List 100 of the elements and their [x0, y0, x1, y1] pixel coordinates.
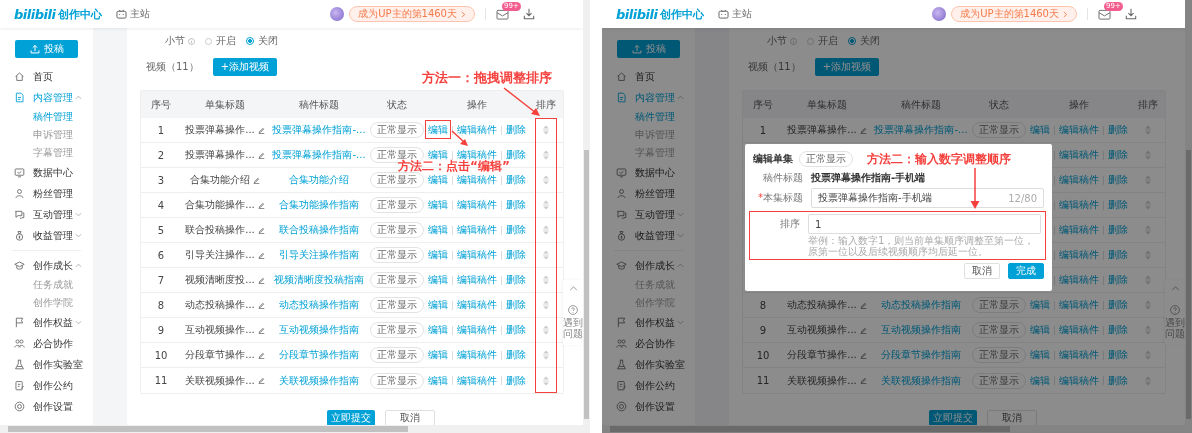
drag-handle-icon[interactable]: [542, 150, 550, 160]
streak-badge[interactable]: 成为UP主的第1460天: [349, 6, 475, 22]
nav-item[interactable]: 创作实验室: [602, 354, 695, 375]
avatar[interactable]: [932, 7, 947, 21]
delete-link[interactable]: 删除: [1108, 298, 1128, 312]
nav-item[interactable]: 收益管理: [602, 225, 695, 246]
radio-option[interactable]: 关闭: [246, 34, 278, 48]
edit-draft-link[interactable]: 编辑稿件: [1059, 248, 1099, 262]
edit-draft-link[interactable]: 编辑稿件: [1059, 323, 1099, 337]
drag-handle-icon[interactable]: [542, 225, 550, 235]
draft-title-link[interactable]: 动态投稿操作指南: [279, 298, 359, 312]
drag-handle-icon[interactable]: [542, 125, 550, 135]
pencil-icon[interactable]: [859, 126, 867, 134]
nav-item[interactable]: 首页: [0, 66, 93, 87]
nav-item[interactable]: 内容管理: [602, 87, 695, 108]
delete-link[interactable]: 删除: [506, 148, 526, 162]
drag-handle-icon[interactable]: [1144, 200, 1152, 210]
drag-handle-icon[interactable]: [542, 325, 550, 335]
delete-link[interactable]: 删除: [1108, 123, 1128, 137]
nav-item[interactable]: 创作成长: [602, 255, 695, 276]
chevron-down-icon[interactable]: [677, 233, 684, 238]
pencil-icon[interactable]: [859, 326, 867, 334]
draft-title-link[interactable]: 合集功能介绍: [289, 173, 349, 187]
nav-item[interactable]: 创作公约: [0, 375, 93, 396]
drag-handle-icon[interactable]: [1144, 175, 1152, 185]
nav-item[interactable]: 创作实验室: [0, 354, 93, 375]
edit-draft-link[interactable]: 编辑稿件: [1059, 273, 1099, 287]
nav-item[interactable]: 互动管理: [602, 204, 695, 225]
delete-link[interactable]: 删除: [506, 248, 526, 262]
delete-link[interactable]: 删除: [506, 373, 526, 388]
sub-nav-item[interactable]: 字幕管理: [0, 144, 93, 162]
pencil-icon[interactable]: [257, 226, 265, 234]
radio-option[interactable]: 开启: [807, 34, 838, 48]
draft-title-link[interactable]: 分段章节操作指南: [279, 348, 359, 362]
delete-link[interactable]: 删除: [1108, 373, 1128, 388]
delete-link[interactable]: 删除: [506, 273, 526, 287]
drag-handle-icon[interactable]: [1144, 225, 1152, 235]
edit-draft-link[interactable]: 编辑稿件: [1059, 373, 1099, 388]
chevron-down-icon[interactable]: [75, 212, 82, 217]
draft-title-link[interactable]: 引导关注操作指南: [279, 248, 359, 262]
nav-item[interactable]: 数据中心: [0, 162, 93, 183]
delete-link[interactable]: 删除: [506, 198, 526, 212]
edit-link[interactable]: 编辑: [428, 198, 448, 212]
draft-title-link[interactable]: 联合投稿操作指南: [279, 223, 359, 237]
edit-draft-link[interactable]: 编辑稿件: [457, 273, 497, 287]
add-video-button[interactable]: +添加视频: [814, 58, 880, 76]
draft-title-link[interactable]: 互动视频操作指南: [279, 323, 359, 337]
pencil-icon[interactable]: [257, 301, 265, 309]
pencil-icon[interactable]: [859, 301, 867, 309]
edit-link[interactable]: 编辑: [428, 123, 448, 137]
sub-nav-item[interactable]: 稿件管理: [602, 108, 695, 126]
edit-draft-link[interactable]: 编辑稿件: [1059, 123, 1099, 137]
drag-handle-icon[interactable]: [1144, 325, 1152, 335]
submit-button[interactable]: 立即提交: [327, 410, 375, 425]
drag-handle-icon[interactable]: [1144, 150, 1152, 160]
edit-draft-link[interactable]: 编辑稿件: [1059, 223, 1099, 237]
edit-link[interactable]: 编辑: [428, 148, 448, 162]
delete-link[interactable]: 删除: [1108, 198, 1128, 212]
delete-link[interactable]: 删除: [1108, 223, 1128, 237]
radio-option[interactable]: 关闭: [848, 34, 880, 48]
home-link[interactable]: 主站: [116, 7, 151, 21]
drag-handle-icon[interactable]: [542, 350, 550, 360]
chevron-down-icon[interactable]: [677, 212, 684, 217]
drag-handle-icon[interactable]: [542, 250, 550, 260]
drag-handle-icon[interactable]: [1144, 275, 1152, 285]
sub-nav-item[interactable]: 任务成就: [0, 276, 93, 294]
nav-item[interactable]: 创作设置: [0, 396, 93, 417]
drag-handle-icon[interactable]: [542, 200, 550, 210]
edit-draft-link[interactable]: 编辑稿件: [457, 248, 497, 262]
pencil-icon[interactable]: [257, 276, 265, 284]
logo[interactable]: bilibili: [616, 6, 658, 22]
nav-item[interactable]: 数据中心: [602, 162, 695, 183]
delete-link[interactable]: 删除: [1108, 323, 1128, 337]
edit-draft-link[interactable]: 编辑稿件: [1059, 298, 1099, 312]
download-icon[interactable]: [1125, 8, 1137, 20]
edit-link[interactable]: 编辑: [428, 273, 448, 287]
sub-nav-item[interactable]: 稿件管理: [0, 108, 93, 126]
chevron-up-icon[interactable]: [75, 95, 82, 100]
delete-link[interactable]: 删除: [1108, 148, 1128, 162]
edit-draft-link[interactable]: 编辑稿件: [457, 323, 497, 337]
edit-link[interactable]: 编辑: [428, 298, 448, 312]
edit-draft-link[interactable]: 编辑稿件: [457, 373, 497, 388]
draft-title-link[interactable]: 关联视频操作指南: [279, 373, 359, 388]
edit-draft-link[interactable]: 编辑稿件: [457, 123, 497, 137]
edit-draft-link[interactable]: 编辑稿件: [457, 198, 497, 212]
drag-handle-icon[interactable]: [542, 175, 550, 185]
back-to-top-icon[interactable]: [1170, 286, 1180, 291]
submit-button[interactable]: 立即提交: [929, 410, 977, 425]
sub-nav-item[interactable]: 申诉管理: [0, 126, 93, 144]
pencil-icon[interactable]: [257, 151, 265, 159]
mail-icon[interactable]: [1098, 8, 1111, 20]
upload-button[interactable]: 投稿: [15, 40, 78, 58]
pencil-icon[interactable]: [859, 377, 867, 384]
drag-handle-icon[interactable]: [1144, 375, 1152, 386]
pencil-icon[interactable]: [257, 377, 265, 384]
nav-item[interactable]: 互动管理: [0, 204, 93, 225]
drag-handle-icon[interactable]: [1144, 300, 1152, 310]
edit-draft-link[interactable]: 编辑稿件: [457, 348, 497, 362]
radio-option[interactable]: 开启: [205, 34, 236, 48]
chevron-up-icon[interactable]: [677, 95, 684, 100]
